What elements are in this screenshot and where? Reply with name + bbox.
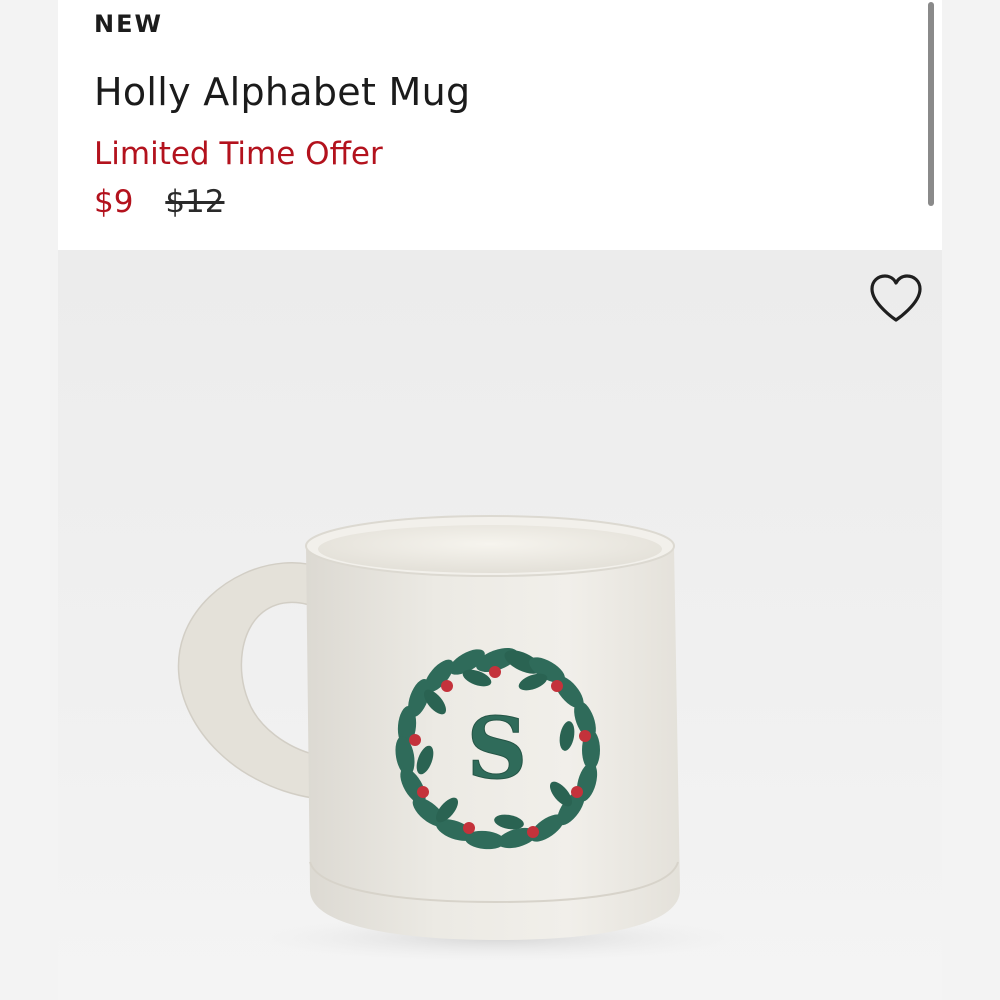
offer-label: Limited Time Offer	[94, 136, 383, 172]
new-badge: NEW	[94, 10, 163, 38]
product-title[interactable]: Holly Alphabet Mug	[94, 70, 470, 114]
product-info-panel: NEW Holly Alphabet Mug Limited Time Offe…	[58, 0, 942, 250]
mug-illustration: S	[177, 515, 738, 960]
original-price: $12	[165, 184, 225, 220]
right-margin	[942, 0, 1000, 1000]
left-margin	[0, 0, 58, 1000]
product-image[interactable]: S	[58, 250, 942, 1000]
scrollbar[interactable]	[928, 2, 934, 206]
monogram-letter: S	[467, 699, 528, 798]
price-row: $9 $12	[94, 184, 224, 220]
sale-price: $9	[94, 184, 134, 220]
